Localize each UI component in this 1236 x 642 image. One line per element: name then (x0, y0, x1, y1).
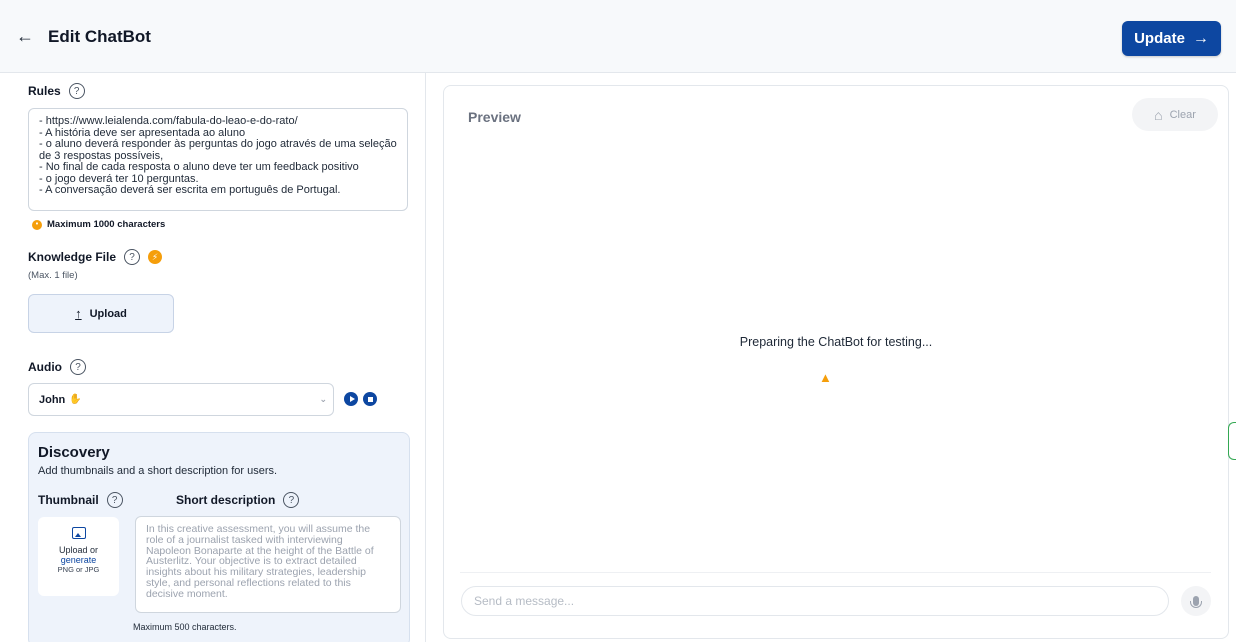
preview-status: Preparing the ChatBot for testing... (739, 335, 933, 349)
rules-label: Rules ? (28, 83, 85, 99)
help-icon[interactable]: ? (70, 359, 86, 375)
arrow-right-icon: → (1192, 29, 1209, 47)
short-description-label-text: Short description (176, 493, 276, 507)
arrow-left-icon[interactable]: ← (16, 26, 34, 46)
update-button-label: Update (1134, 30, 1185, 47)
warning-icon: ▲ (819, 370, 832, 385)
knowledge-file-limit: (Max. 1 file) (28, 270, 78, 281)
thumbnail-label-text: Thumbnail (38, 493, 99, 507)
preview-title: Preview (468, 109, 521, 125)
voice-select-value: John (39, 393, 66, 406)
thumbnail-formats: PNG or JPG (57, 565, 100, 574)
help-icon[interactable]: ? (68, 83, 85, 99)
side-widget-tab[interactable] (1228, 422, 1236, 460)
image-icon (71, 527, 86, 539)
rules-label-text: Rules (28, 84, 61, 98)
short-description-label: Short description ? (176, 492, 300, 508)
page-title: Edit ChatBot (48, 27, 151, 46)
upload-button-label: Upload (89, 307, 127, 320)
audio-label-text: Audio (28, 360, 62, 374)
generate-link[interactable]: generate (38, 555, 119, 565)
play-icon (349, 396, 355, 402)
update-button[interactable]: Update → (1122, 21, 1221, 56)
clear-button[interactable]: ⌂ Clear (1132, 98, 1218, 131)
help-icon[interactable]: ? (106, 492, 123, 508)
settings-panel: Rules ? - https://www.leialenda.com/fabu… (0, 73, 426, 642)
broom-icon: ⌂ (1154, 106, 1163, 123)
divider (460, 572, 1211, 573)
info-dot-icon: • (32, 219, 42, 230)
thumbnail-upload[interactable]: Upload or generate PNG or JPG (38, 517, 119, 596)
thumbnail-upload-text: Upload or (58, 545, 99, 555)
chevron-down-icon: ⌄ (319, 394, 327, 404)
thumbnail-label: Thumbnail ? (38, 492, 123, 508)
rules-max-text: Maximum 1000 characters (47, 219, 166, 230)
top-bar: ← Edit ChatBot Update → (0, 0, 1236, 73)
knowledge-file-label-text: Knowledge File (28, 250, 117, 264)
rules-textarea[interactable]: - https://www.leialenda.com/fabula-do-le… (28, 108, 408, 211)
stop-audio-button[interactable] (363, 392, 377, 406)
short-description-textarea[interactable]: In this creative assessment, you will as… (135, 516, 401, 613)
help-icon[interactable]: ? (283, 492, 300, 508)
message-input[interactable] (461, 586, 1169, 616)
discovery-title: Discovery (38, 444, 110, 461)
stop-icon (367, 396, 373, 402)
discovery-section: Discovery Add thumbnails and a short des… (28, 432, 410, 642)
knowledge-file-label: Knowledge File ? ⚡ (28, 249, 163, 265)
discovery-subtitle: Add thumbnails and a short description f… (38, 465, 278, 477)
voice-select[interactable]: John ✋ ⌄ (28, 383, 334, 416)
help-icon[interactable]: ? (124, 249, 141, 265)
microphone-button[interactable] (1181, 586, 1211, 616)
audio-label: Audio ? (28, 359, 86, 375)
preview-panel: Preview ⌂ Clear Preparing the ChatBot fo… (443, 85, 1229, 639)
microphone-icon (1190, 596, 1202, 608)
upload-icon: ↑ (75, 306, 82, 321)
play-audio-button[interactable] (344, 392, 358, 406)
voice-wave-icon: ✋ (69, 394, 82, 405)
rules-max-note: • Maximum 1000 characters (32, 219, 165, 230)
clear-button-label: Clear (1169, 108, 1196, 121)
upload-button[interactable]: ↑ Upload (28, 294, 174, 333)
premium-badge-icon: ⚡ (148, 250, 163, 264)
description-max-note: Maximum 500 characters. (133, 622, 237, 632)
